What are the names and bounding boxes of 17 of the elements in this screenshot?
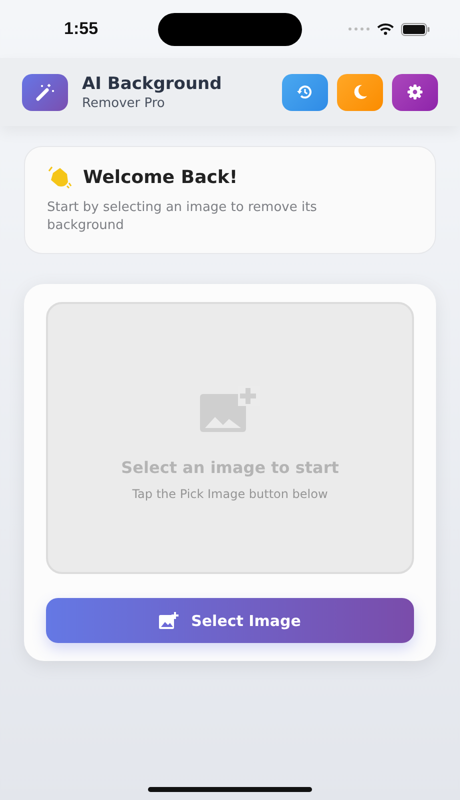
app-title: AI Background (82, 74, 222, 94)
status-time: 1:55 (64, 19, 98, 39)
app-subtitle: Remover Pro (82, 96, 166, 110)
magic-wand-icon (22, 74, 68, 110)
signal-icon (348, 27, 370, 31)
dark-mode-button[interactable] (337, 74, 383, 110)
welcome-title: Welcome Back! (83, 166, 238, 188)
battery-icon (401, 22, 430, 36)
settings-button[interactable] (392, 74, 438, 110)
welcome-message: Start by selecting an image to remove its background (47, 199, 318, 235)
settings-icon (406, 83, 424, 101)
drop-area-hint: Tap the Pick Image button below (132, 486, 328, 500)
add-image-icon (159, 612, 180, 630)
select-image-button[interactable]: Select Image (46, 598, 414, 643)
wifi-icon (377, 23, 394, 35)
history-icon (296, 83, 314, 101)
history-button[interactable] (282, 74, 328, 110)
